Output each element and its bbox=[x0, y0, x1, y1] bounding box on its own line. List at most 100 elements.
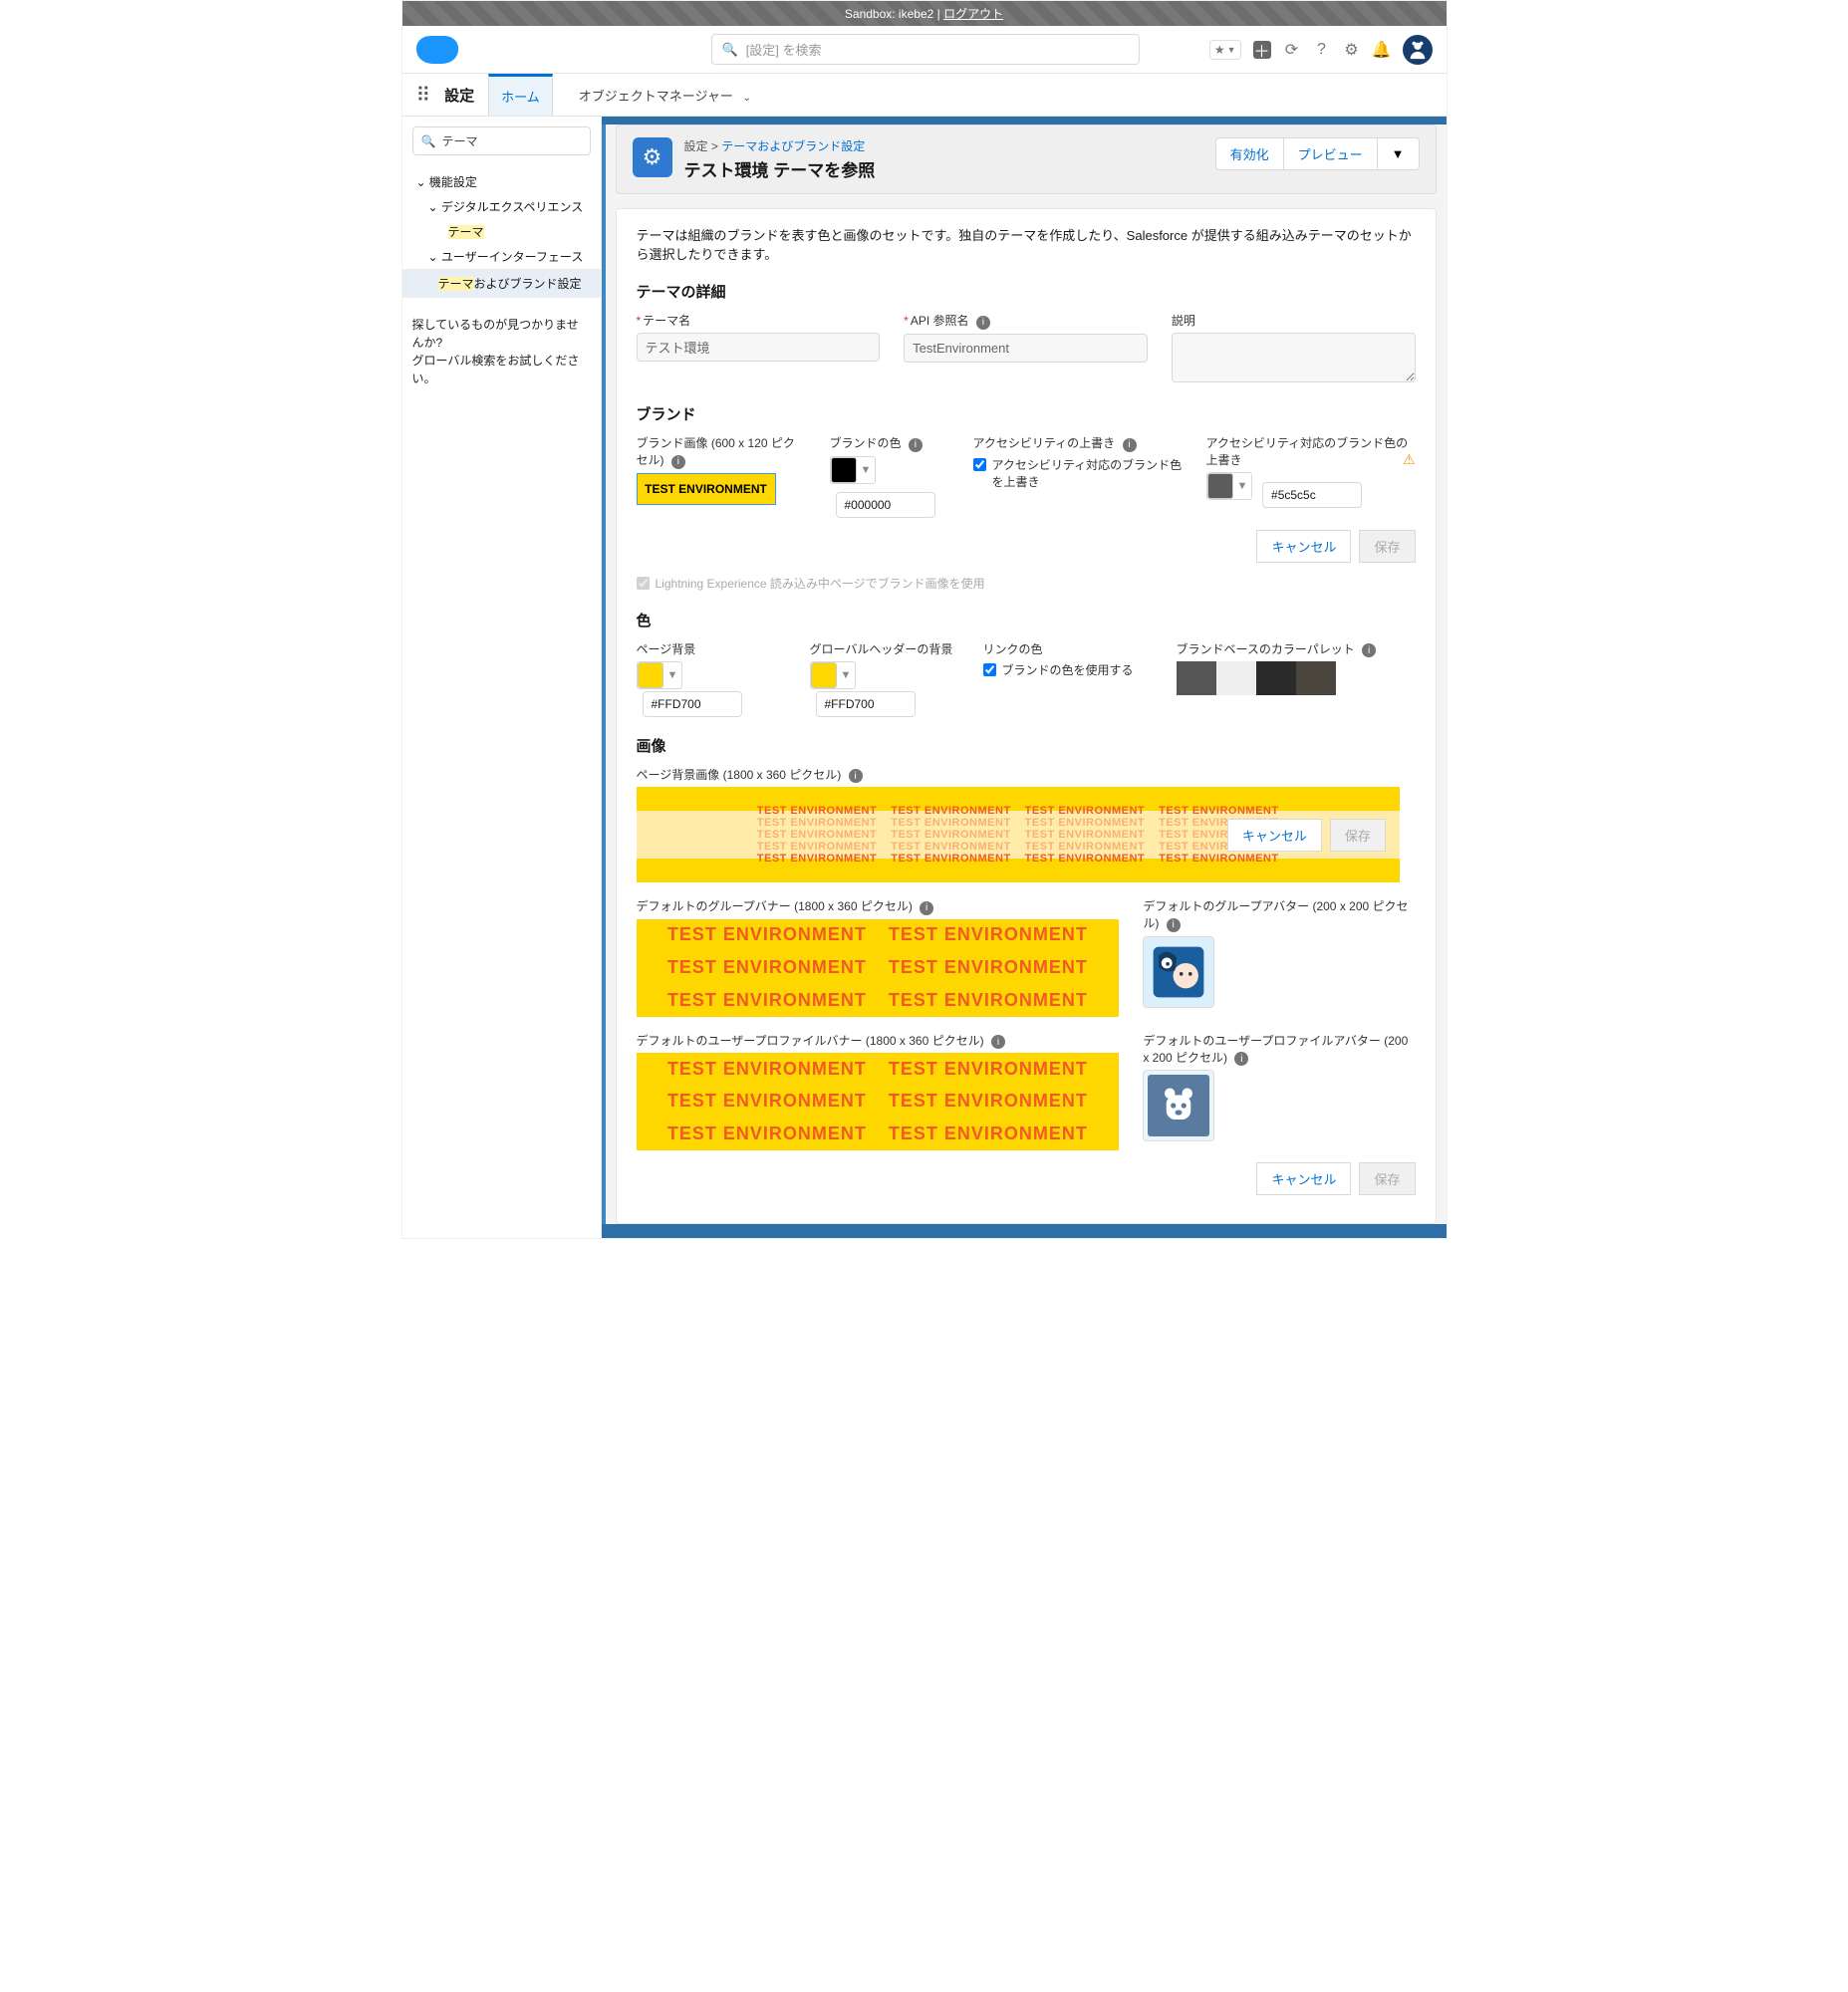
setup-sidebar: 🔍 テーマ ⌄ 機能設定 ⌄ デジタルエクスペリエンス テーマ ⌄ ユーザーイン… bbox=[402, 117, 602, 1238]
brand-image-label: ブランド画像 (600 x 120 ピクセル) i bbox=[637, 434, 806, 469]
palette-swatch bbox=[1177, 661, 1216, 695]
theme-name-input[interactable] bbox=[637, 333, 881, 362]
section-brand: ブランド bbox=[637, 403, 1416, 424]
brand-color-picker[interactable]: ▼ bbox=[830, 456, 877, 484]
gear-icon: ⚙ bbox=[633, 137, 672, 177]
info-icon[interactable]: i bbox=[1123, 438, 1137, 452]
search-icon: 🔍 bbox=[421, 134, 436, 148]
brand-palette bbox=[1177, 661, 1416, 695]
description-label: 説明 bbox=[1172, 312, 1416, 329]
breadcrumb: 設定 > テーマおよびブランド設定 bbox=[684, 137, 876, 154]
page-bg-image-label: ページ背景画像 (1800 x 360 ピクセル) i bbox=[637, 766, 1416, 784]
content-panel: テーマは組織のブランドを表す色と画像のセットです。独自のテーマを作成したり、Sa… bbox=[616, 208, 1437, 1224]
info-icon[interactable]: i bbox=[849, 769, 863, 783]
cancel-button[interactable]: キャンセル bbox=[1256, 1162, 1351, 1195]
tree-user-interface[interactable]: ⌄ ユーザーインターフェース bbox=[412, 244, 591, 269]
brand-color-label: ブランドの色 i bbox=[830, 434, 949, 452]
page-header: ⚙ 設定 > テーマおよびブランド設定 テスト環境 テーマを参照 有効化 プレビ… bbox=[616, 124, 1437, 194]
app-launcher-icon[interactable]: ⠿ bbox=[416, 83, 431, 108]
logout-link[interactable]: ログアウト bbox=[943, 7, 1003, 21]
group-avatar-preview[interactable] bbox=[1143, 936, 1214, 1008]
api-name-input[interactable] bbox=[904, 334, 1148, 363]
section-colors: 色 bbox=[637, 610, 1416, 630]
group-banner-preview[interactable]: TEST ENVIRONMENTTEST ENVIRONMENT TEST EN… bbox=[637, 919, 1120, 1017]
a11y-color-hex[interactable]: #5c5c5c bbox=[1262, 482, 1362, 508]
tree-feature-settings[interactable]: ⌄ 機能設定 bbox=[412, 169, 591, 194]
global-header-bg-label: グローバルヘッダーの背景 bbox=[810, 640, 959, 657]
a11y-color-picker[interactable]: ▼ bbox=[1206, 472, 1253, 500]
lightning-brand-checkbox bbox=[637, 577, 650, 590]
a11y-color-label: アクセシビリティ対応のブランド色の上書き ⚠ bbox=[1206, 434, 1416, 468]
theme-name-label: テーマ名 bbox=[637, 312, 881, 329]
sandbox-banner: Sandbox: ikebe2 | ログアウト bbox=[402, 1, 1447, 26]
save-button[interactable]: 保存 bbox=[1359, 530, 1415, 563]
use-brand-link-checkbox[interactable] bbox=[983, 663, 996, 676]
palette-swatch bbox=[1256, 661, 1296, 695]
description-input[interactable] bbox=[1172, 333, 1416, 382]
gear-icon[interactable]: ⚙ bbox=[1343, 41, 1361, 59]
palette-swatch bbox=[1216, 661, 1256, 695]
user-banner-preview[interactable]: TEST ENVIRONMENTTEST ENVIRONMENT TEST EN… bbox=[637, 1053, 1120, 1150]
page-bg-label: ページ背景 bbox=[637, 640, 786, 657]
section-images: 画像 bbox=[637, 735, 1416, 756]
preview-button[interactable]: プレビュー bbox=[1283, 137, 1377, 170]
info-icon[interactable]: i bbox=[1167, 918, 1181, 932]
palette-swatch bbox=[1296, 661, 1336, 695]
brand-color-hex[interactable]: #000000 bbox=[836, 492, 935, 518]
warning-icon: ⚠ bbox=[1403, 451, 1416, 468]
a11y-override-checkbox[interactable] bbox=[973, 458, 986, 471]
a11y-override-label: アクセシビリティの上書き i bbox=[973, 434, 1183, 452]
section-theme-details: テーマの詳細 bbox=[637, 281, 1416, 302]
info-icon[interactable]: i bbox=[1362, 643, 1376, 657]
plus-icon[interactable]: ＋ bbox=[1253, 41, 1271, 59]
info-icon[interactable]: i bbox=[671, 455, 685, 469]
palette-label: ブランドベースのカラーパレット i bbox=[1177, 640, 1416, 658]
user-banner-label: デフォルトのユーザープロファイルバナー (1800 x 360 ピクセル) i bbox=[637, 1032, 1120, 1050]
page-bg-picker[interactable]: ▼ bbox=[637, 661, 683, 689]
nav-bar: ⠿ 設定 ホーム オブジェクトマネージャー ⌄ bbox=[402, 73, 1447, 117]
tree-themes-and-branding[interactable]: テーマおよびブランド設定 bbox=[402, 269, 601, 298]
global-header-bg-picker[interactable]: ▼ bbox=[810, 661, 857, 689]
crumb-theming-link[interactable]: テーマおよびブランド設定 bbox=[721, 139, 865, 153]
global-header-bg-hex[interactable]: #FFD700 bbox=[816, 691, 916, 717]
user-avatar-label: デフォルトのユーザープロファイルアバター (200 x 200 ピクセル) i bbox=[1143, 1032, 1415, 1067]
search-placeholder: [設定] を検索 bbox=[746, 40, 822, 59]
quickfind-value: テーマ bbox=[441, 132, 477, 149]
save-button[interactable]: 保存 bbox=[1359, 1162, 1415, 1195]
save-button[interactable]: 保存 bbox=[1330, 819, 1386, 852]
global-header: 🔍 [設定] を検索 ★ ▼ ＋ ⟳ ? ⚙ 🔔 bbox=[402, 26, 1447, 73]
user-avatar-preview[interactable] bbox=[1143, 1070, 1214, 1141]
tab-home[interactable]: ホーム bbox=[488, 74, 553, 116]
info-icon[interactable]: i bbox=[920, 901, 933, 915]
tree-theme[interactable]: テーマ bbox=[412, 219, 591, 244]
favorite-dropdown[interactable]: ★ ▼ bbox=[1209, 40, 1241, 60]
quickfind-input[interactable]: 🔍 テーマ bbox=[412, 126, 591, 155]
chevron-down-icon: ⌄ bbox=[743, 93, 751, 104]
tab-object-manager[interactable]: オブジェクトマネージャー ⌄ bbox=[567, 76, 763, 115]
search-icon: 🔍 bbox=[722, 42, 738, 58]
setup-title: 設定 bbox=[444, 85, 474, 106]
info-icon[interactable]: i bbox=[909, 438, 923, 452]
api-name-label: API 参照名 i bbox=[904, 312, 1148, 330]
link-color-label: リンクの色 bbox=[983, 640, 1153, 657]
page-bg-image-preview[interactable]: TEST ENVIRONMENTTEST ENVIRONMENTTEST ENV… bbox=[637, 787, 1400, 882]
cancel-button[interactable]: キャンセル bbox=[1227, 819, 1322, 852]
info-icon[interactable]: i bbox=[1234, 1052, 1248, 1066]
info-icon[interactable]: i bbox=[976, 316, 990, 330]
tree-digital-experience[interactable]: ⌄ デジタルエクスペリエンス bbox=[412, 194, 591, 219]
brand-image-preview[interactable]: TEST ENVIRONMENT bbox=[637, 473, 776, 505]
bell-icon[interactable]: 🔔 bbox=[1373, 41, 1391, 59]
sync-icon[interactable]: ⟳ bbox=[1283, 41, 1301, 59]
info-icon[interactable]: i bbox=[991, 1035, 1005, 1049]
question-icon[interactable]: ? bbox=[1313, 41, 1331, 59]
group-avatar-label: デフォルトのグループアバター (200 x 200 ピクセル) i bbox=[1143, 897, 1415, 932]
activate-button[interactable]: 有効化 bbox=[1215, 137, 1283, 170]
user-avatar[interactable] bbox=[1403, 35, 1433, 65]
salesforce-logo-icon[interactable] bbox=[416, 36, 458, 64]
header-menu-button[interactable]: ▼ bbox=[1377, 137, 1420, 170]
sandbox-text: Sandbox: ikebe2 | bbox=[845, 7, 943, 21]
group-banner-label: デフォルトのグループバナー (1800 x 360 ピクセル) i bbox=[637, 897, 1120, 915]
global-search[interactable]: 🔍 [設定] を検索 bbox=[711, 34, 1140, 65]
page-bg-hex[interactable]: #FFD700 bbox=[643, 691, 742, 717]
cancel-button[interactable]: キャンセル bbox=[1256, 530, 1351, 563]
